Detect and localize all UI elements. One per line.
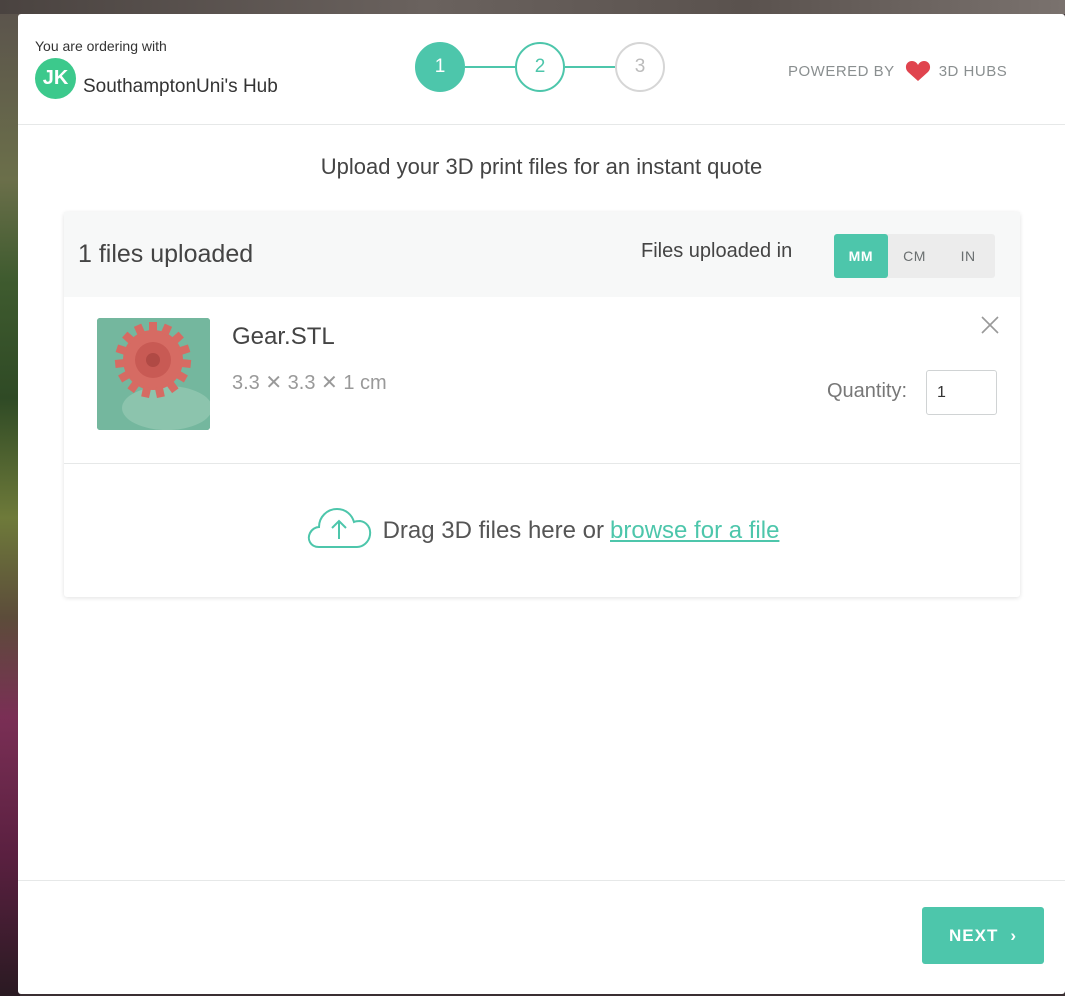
brand-name: 3D HUBS	[938, 62, 1008, 80]
powered-by-label: POWERED BY	[788, 62, 895, 80]
ordering-label: You are ordering with	[35, 38, 167, 54]
upload-card: 1 files uploaded Files uploaded in MM CM…	[64, 212, 1020, 597]
cloud-upload-icon	[305, 505, 383, 556]
file-name: Gear.STL	[232, 323, 335, 350]
close-icon[interactable]	[978, 313, 1002, 337]
background-page-top	[0, 0, 1065, 14]
next-button[interactable]: NEXT ›	[922, 907, 1044, 964]
hub-name: SouthamptonUni's Hub	[83, 76, 278, 97]
powered-by: POWERED BY 3D HUBS	[788, 60, 1007, 82]
card-header: 1 files uploaded Files uploaded in MM CM…	[64, 212, 1020, 297]
stepper-connector	[465, 66, 515, 68]
modal-header: You are ordering with JK SouthamptonUni'…	[18, 14, 1065, 125]
file-thumbnail	[97, 318, 210, 430]
heart-logo-icon	[905, 60, 931, 82]
quantity-input[interactable]	[926, 370, 997, 415]
hub-avatar: JK	[35, 58, 76, 99]
unit-in-button[interactable]: IN	[941, 234, 995, 278]
files-count: 1 files uploaded	[78, 240, 254, 268]
upload-modal: You are ordering with JK SouthamptonUni'…	[18, 14, 1065, 994]
file-row: Gear.STL 3.3 ✕ 3.3 ✕ 1 cm Quantity:	[64, 297, 1020, 464]
file-dropzone[interactable]: Drag 3D files here or browse for a file	[64, 464, 1020, 597]
quantity-label: Quantity:	[827, 380, 908, 402]
modal-footer: NEXT ›	[18, 880, 1065, 994]
chevron-right-icon: ›	[1010, 925, 1017, 945]
background-page	[0, 0, 20, 996]
stepper-connector	[565, 66, 615, 68]
browse-file-link[interactable]: browse for a file	[610, 517, 779, 545]
unit-toggle: MM CM IN	[834, 234, 995, 278]
file-dimensions: 3.3 ✕ 3.3 ✕ 1 cm	[232, 372, 387, 394]
progress-stepper: 1 2 3	[415, 42, 670, 92]
unit-cm-button[interactable]: CM	[888, 234, 942, 278]
step-2[interactable]: 2	[515, 42, 565, 92]
dropzone-text: Drag 3D files here or	[382, 516, 605, 544]
units-label: Files uploaded in	[641, 240, 793, 262]
unit-mm-button[interactable]: MM	[834, 234, 888, 278]
next-button-label: NEXT	[948, 925, 999, 945]
page-title: Upload your 3D print files for an instan…	[320, 154, 763, 179]
step-3[interactable]: 3	[615, 42, 665, 92]
step-1[interactable]: 1	[415, 42, 465, 92]
